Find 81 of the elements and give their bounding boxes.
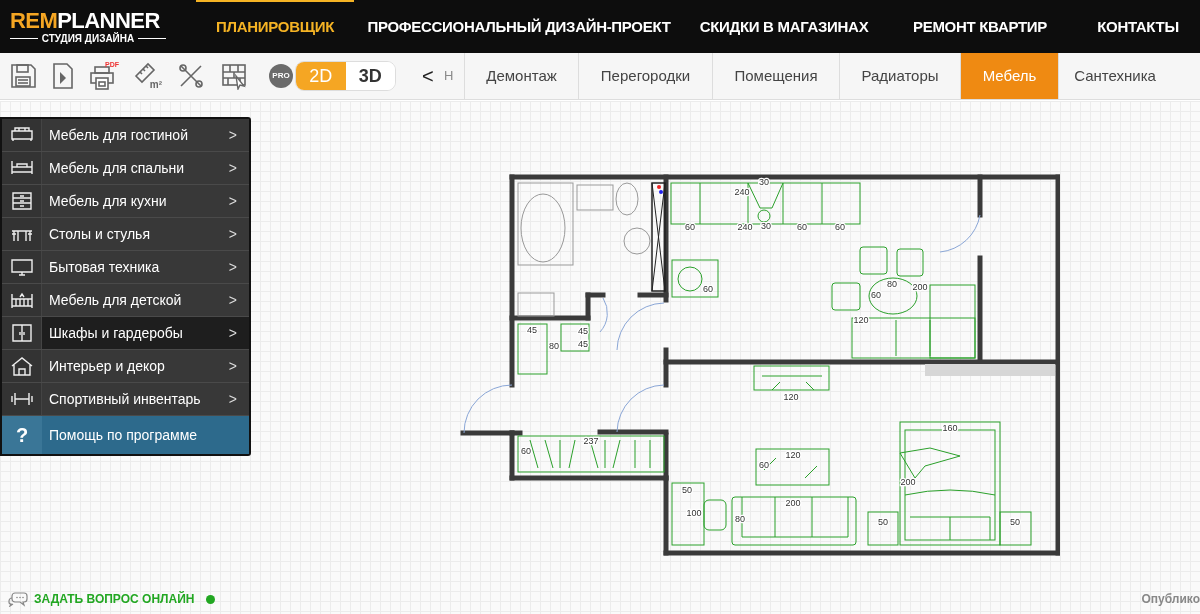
menu-item[interactable]: Мебель для гостиной > [42, 119, 249, 151]
submenu-arrow: > [228, 191, 237, 211]
dimension-label: 60 [521, 446, 531, 456]
menu-item-label: Мебель для гостиной [49, 125, 188, 145]
dimension-label: 200 [785, 498, 801, 508]
dimension-label: 45 [527, 325, 537, 335]
dimension-label: 80 [549, 341, 559, 351]
menu-item[interactable]: Мебель для спальни > [42, 152, 249, 184]
menu-item-label: Мебель для спальни [49, 158, 185, 178]
submenu-arrow: > [228, 323, 237, 343]
dimension-label: 200 [900, 477, 916, 487]
dimension-label: 80 [735, 514, 745, 524]
brick-wall-icon[interactable] [220, 62, 248, 90]
save-icon[interactable] [9, 62, 37, 90]
menu-item[interactable]: Интерьер и декор > [42, 350, 249, 382]
nav-link[interactable]: РЕМОНТ КВАРТИР [884, 0, 1076, 53]
published-text: Опублико [1141, 591, 1200, 608]
menu-item-label: Интерьер и декор [49, 356, 165, 376]
brand-logo[interactable]: REMPLANNER [10, 9, 196, 32]
submenu-arrow: > [228, 389, 237, 409]
wardrobe-icon [9, 323, 34, 343]
dimension-label: 50 [1010, 517, 1020, 527]
category-tab[interactable]: Помещения [712, 53, 839, 99]
dimension-label: 80 [887, 279, 897, 289]
dimension-label: 50 [682, 485, 692, 495]
dimension-label: 200 [912, 282, 928, 292]
submenu-arrow: > [228, 158, 237, 178]
menu-item-label: Столы и стулья [49, 224, 150, 244]
menu-item[interactable]: Столы и стулья > [42, 218, 249, 250]
nav-link[interactable]: КОНТАКТЫ [1076, 0, 1200, 53]
scroll-left-button[interactable]: < [422, 61, 438, 91]
menu-item-label: Шкафы и гардеробы [49, 323, 183, 343]
tab-fragment: Н [444, 67, 455, 86]
menu-item-label: Спортивный инвентарь [49, 389, 201, 409]
dimension-label: 50 [878, 517, 888, 527]
category-tab[interactable]: Сантехника [1058, 53, 1171, 99]
submenu-arrow: > [228, 125, 237, 145]
menu-item[interactable]: Бытовая техника > [42, 251, 249, 283]
dimension-label: 60 [871, 290, 881, 300]
import-file-icon[interactable] [52, 62, 74, 90]
dimension-label: 100 [686, 508, 702, 518]
menu-item-label: Мебель для кухни [49, 191, 167, 211]
dimension-label: 60 [759, 460, 769, 470]
menu-item-label: Мебель для детской [49, 290, 182, 310]
dimension-label: 120 [785, 450, 801, 460]
menu-item[interactable]: Мебель для детской > [42, 284, 249, 316]
nav-link[interactable]: ПРОФЕССИОНАЛЬНЫЙ ДИЗАЙН-ПРОЕКТ [354, 0, 684, 53]
nav-link[interactable]: СКИДКИ В МАГАЗИНАХ [684, 0, 884, 53]
dimension-label: 45 [578, 326, 588, 336]
submenu-arrow: > [228, 257, 237, 277]
menu-item[interactable]: Мебель для кухни > [42, 185, 249, 217]
pro-badge[interactable]: PRO [269, 64, 293, 88]
area-label: m² [149, 80, 162, 90]
menu-item[interactable]: Спортивный инвентарь > [42, 383, 249, 415]
dimension-label: 60 [703, 284, 713, 294]
submenu-arrow: > [228, 356, 237, 376]
crib-icon [9, 290, 34, 310]
submenu-arrow: > [228, 290, 237, 310]
category-tab[interactable]: Перегородки [578, 53, 712, 99]
help-icon: ? [2, 416, 42, 454]
logo-tagline: СТУДИЯ ДИЗАЙНА [41, 33, 135, 44]
menu-item[interactable]: Шкафы и гардеробы > [42, 317, 249, 349]
drawers-icon [9, 191, 34, 211]
dimension-label: 240 [737, 222, 753, 232]
dimension-label: 60 [797, 222, 807, 232]
dimension-label: 30 [761, 221, 771, 231]
category-tab[interactable]: Демонтаж [464, 53, 578, 99]
menu-item-label: Бытовая техника [49, 257, 160, 277]
dimension-label: 120 [783, 392, 799, 402]
help-menu-item[interactable]: Помощь по программе [42, 416, 249, 454]
monitor-icon [9, 257, 34, 277]
dimension-label: 160 [942, 423, 958, 433]
dimension-label: 237 [583, 436, 599, 446]
submenu-arrow: > [228, 224, 237, 244]
dimension-label: 60 [835, 222, 845, 232]
dimension-label: 120 [853, 315, 869, 325]
chat-icon [8, 591, 28, 607]
dimension-label: 60 [685, 222, 695, 232]
dimension-label: 240 [734, 187, 750, 197]
house-icon [9, 356, 34, 376]
dimension-label: 45 [578, 339, 588, 349]
